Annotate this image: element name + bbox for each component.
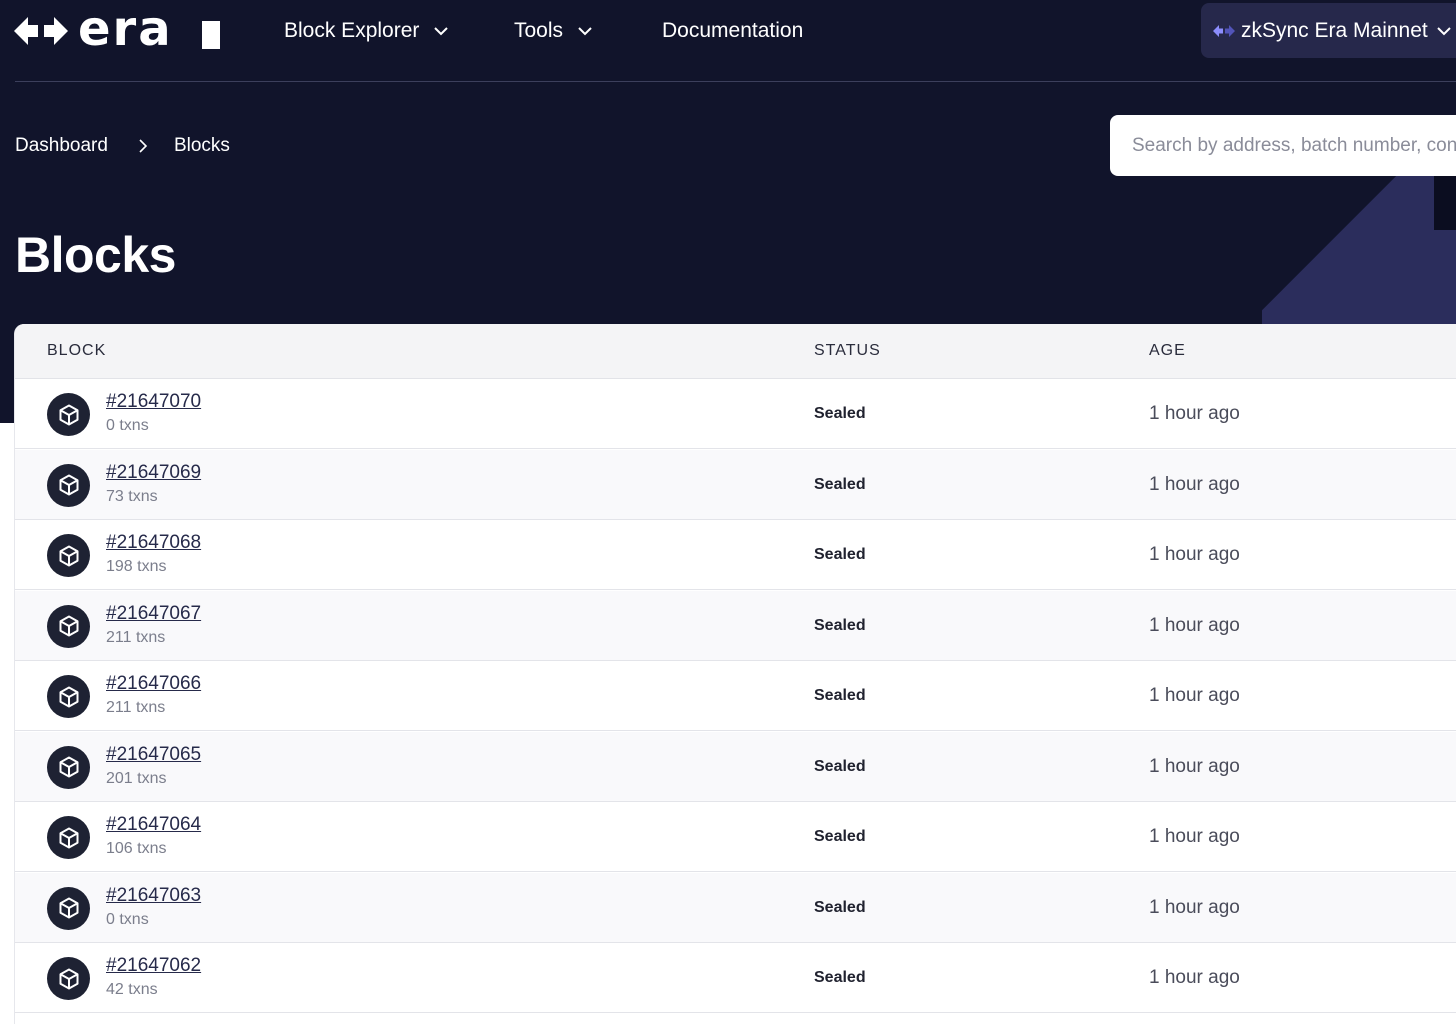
logo-wordmark: era (78, 12, 220, 50)
breadcrumb: Dashboard Blocks (15, 132, 230, 160)
block-age: 1 hour ago (1149, 896, 1240, 918)
block-txn-count: 106 txns (106, 840, 167, 857)
table-row: #21647066 211 txns Sealed 1 hour ago (15, 661, 1456, 731)
nav-divider (15, 81, 1456, 82)
cube-icon (47, 534, 90, 577)
table-row: #21647070 0 txns Sealed 1 hour ago (15, 379, 1456, 449)
block-age: 1 hour ago (1149, 755, 1240, 777)
column-header-status: STATUS (814, 342, 881, 359)
table-row: #21647069 73 txns Sealed 1 hour ago (15, 449, 1456, 520)
cube-icon (47, 816, 90, 859)
block-number-link[interactable]: #21647069 (106, 462, 201, 484)
block-number-link[interactable]: #21647063 (106, 885, 201, 907)
cube-icon (47, 886, 90, 930)
nav-tools-label: Tools (514, 19, 564, 42)
logo-text: era (78, 12, 173, 50)
table-header: BLOCK STATUS AGE (15, 324, 1456, 379)
status-badge: Sealed (814, 828, 866, 845)
cube-icon (47, 604, 90, 648)
block-age: 1 hour ago (1149, 967, 1240, 988)
status-badge: Sealed (814, 757, 866, 775)
cube-icon (47, 393, 90, 436)
chevron-right-icon (138, 138, 148, 154)
table-row: #21647063 0 txns Sealed 1 hour ago (15, 872, 1456, 943)
status-badge: Sealed (814, 475, 866, 493)
block-number-link[interactable]: #21647065 (106, 744, 201, 766)
block-number-link[interactable]: #21647068 (106, 532, 201, 554)
status-badge: Sealed (814, 405, 866, 422)
breadcrumb-blocks: Blocks (173, 135, 230, 156)
nav-block-explorer-label: Block Explorer (284, 19, 420, 42)
network-selector[interactable]: zkSync Era Mainnet (1201, 3, 1456, 58)
nav-block-explorer[interactable]: Block Explorer (284, 14, 449, 48)
block-age: 1 hour ago (1149, 544, 1240, 565)
block-age: 1 hour ago (1149, 473, 1240, 495)
cube-icon (47, 675, 90, 718)
block-age: 1 hour ago (1149, 826, 1240, 847)
block-number-link[interactable]: #21647062 (106, 955, 201, 977)
block-number-link[interactable]: #21647067 (106, 603, 201, 625)
block-txn-count: 0 txns (106, 417, 149, 434)
block-txn-count: 211 txns (106, 699, 166, 716)
block-number-link[interactable]: #21647064 (106, 814, 201, 836)
block-number-link[interactable]: #21647070 (106, 391, 201, 413)
status-badge: Sealed (814, 687, 866, 704)
block-txn-count: 201 txns (106, 769, 167, 787)
zksync-arrows-icon (1213, 24, 1235, 38)
table-row: #21647064 106 txns Sealed 1 hour ago (15, 802, 1456, 872)
cube-icon (47, 957, 90, 1000)
chevron-down-icon (433, 26, 449, 36)
table-row: #21647068 198 txns Sealed 1 hour ago (15, 520, 1456, 590)
page-title: Blocks (15, 227, 176, 283)
block-txn-count: 73 txns (106, 487, 158, 505)
table-row: #21647065 201 txns Sealed 1 hour ago (15, 731, 1456, 802)
status-badge: Sealed (814, 898, 866, 916)
logo-arrows-icon (14, 17, 68, 45)
cube-icon (47, 745, 90, 789)
block-age: 1 hour ago (1149, 403, 1240, 424)
search-input[interactable] (1110, 115, 1456, 176)
nav-documentation-label: Documentation (662, 19, 804, 42)
block-age: 1 hour ago (1149, 685, 1240, 706)
nav-documentation[interactable]: Documentation (662, 14, 803, 48)
block-txn-count: 211 txns (106, 628, 166, 646)
column-header-age: AGE (1149, 342, 1186, 359)
decorative-shape-dark (1434, 176, 1456, 230)
blocks-table: BLOCK STATUS AGE #21647070 0 txns Sealed 1 … (14, 324, 1456, 1024)
status-badge: Sealed (814, 969, 866, 986)
block-age: 1 hour ago (1149, 614, 1240, 636)
status-badge: Sealed (814, 546, 866, 563)
chevron-down-icon (1436, 26, 1452, 36)
block-txn-count: 42 txns (106, 981, 158, 998)
status-badge: Sealed (814, 616, 866, 634)
block-number-link[interactable]: #21647066 (106, 673, 201, 695)
cube-icon (47, 463, 90, 507)
era-logo[interactable]: era (14, 12, 222, 50)
breadcrumb-dashboard[interactable]: Dashboard (15, 135, 108, 157)
table-row: #21647067 211 txns Sealed 1 hour ago (15, 590, 1456, 661)
nav-tools[interactable]: Tools (514, 14, 593, 48)
chevron-down-icon (577, 26, 593, 36)
network-label: zkSync Era Mainnet (1241, 18, 1428, 42)
column-header-block: BLOCK (47, 342, 107, 359)
block-txn-count: 0 txns (106, 910, 149, 928)
block-txn-count: 198 txns (106, 558, 167, 575)
